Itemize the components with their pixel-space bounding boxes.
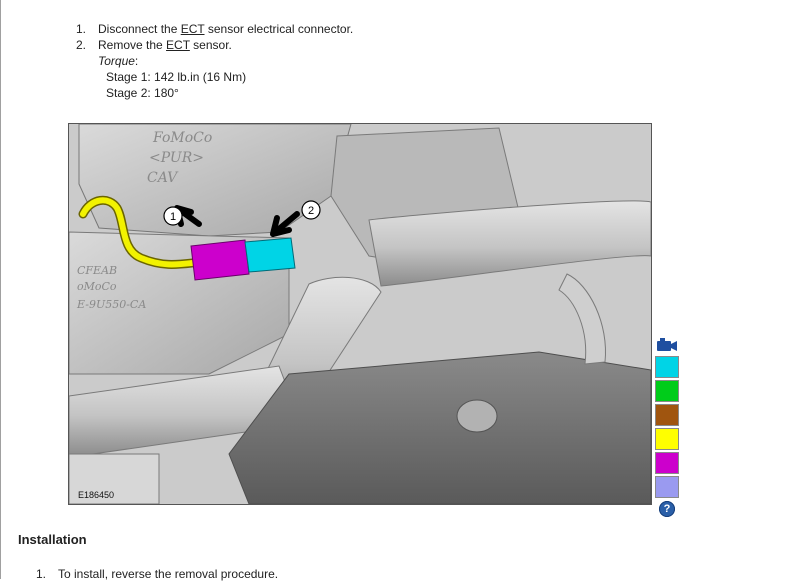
torque-stage-2: Stage 2: 180° <box>106 86 179 100</box>
removal-step-1: 1. Disconnect the ECT sensor electrical … <box>76 21 353 37</box>
ect-connector <box>190 239 250 281</box>
embossed-code: CFEAB <box>77 264 117 277</box>
step-number: 1. <box>76 22 87 36</box>
legend-swatch-green[interactable] <box>655 380 679 402</box>
installation-steps-list: 1. To install, reverse the removal proce… <box>36 566 278 582</box>
callout-2: 2 <box>308 205 314 217</box>
step-text: sensor. <box>189 38 232 52</box>
page-border <box>0 0 1 579</box>
installation-heading: Installation <box>18 532 87 547</box>
engine-block <box>228 351 651 504</box>
legend-swatch-brown[interactable] <box>655 404 679 426</box>
step-text: Remove the <box>98 38 167 52</box>
embossed-partnumber: E-9U550-CA <box>76 298 146 311</box>
torque-label: Torque <box>98 54 135 68</box>
torque-colon: : <box>134 54 139 68</box>
engine-drawing: 1 2 FoMoCo <PUR> CAV CFEAB oMoCo E-9U550… <box>69 124 651 504</box>
removal-steps-list: 1. Disconnect the ECT sensor electrical … <box>76 21 353 53</box>
legend-swatch-magenta[interactable] <box>655 452 679 474</box>
step-text: sensor electrical connector. <box>204 22 354 36</box>
engine-plug <box>456 399 498 433</box>
legend-swatch-cyan[interactable] <box>655 356 679 378</box>
ect-term-link[interactable]: ECT <box>166 38 190 52</box>
ect-sensor <box>244 237 296 273</box>
step-text: Disconnect the <box>98 22 181 36</box>
legend-swatch-lavender[interactable] <box>655 476 679 498</box>
installation-step-1: 1. To install, reverse the removal proce… <box>36 566 278 582</box>
removal-step-2: 2. Remove the ECT sensor. <box>76 37 353 53</box>
color-legend: ? <box>655 337 679 517</box>
camera-icon[interactable] <box>655 337 679 353</box>
figure-id: E186450 <box>78 490 115 500</box>
help-icon[interactable]: ? <box>659 501 675 517</box>
step-number: 2. <box>76 38 87 52</box>
ect-term-link[interactable]: ECT <box>181 22 205 36</box>
embossed-fomoco-2: oMoCo <box>77 280 117 293</box>
step-number: 1. <box>36 567 47 581</box>
engine-illustration: 1 2 FoMoCo <PUR> CAV CFEAB oMoCo E-9U550… <box>68 123 652 505</box>
torque-spec: Torque: Stage 1: 142 lb.in (16 Nm) Stage… <box>98 53 246 101</box>
embossed-fomoco: FoMoCo <box>152 130 212 146</box>
legend-swatch-yellow[interactable] <box>655 428 679 450</box>
embossed-pur: <PUR> <box>149 150 204 166</box>
torque-stage-1: Stage 1: 142 lb.in (16 Nm) <box>106 70 247 84</box>
callout-1: 1 <box>170 211 176 223</box>
embossed-cav: CAV <box>147 170 179 186</box>
